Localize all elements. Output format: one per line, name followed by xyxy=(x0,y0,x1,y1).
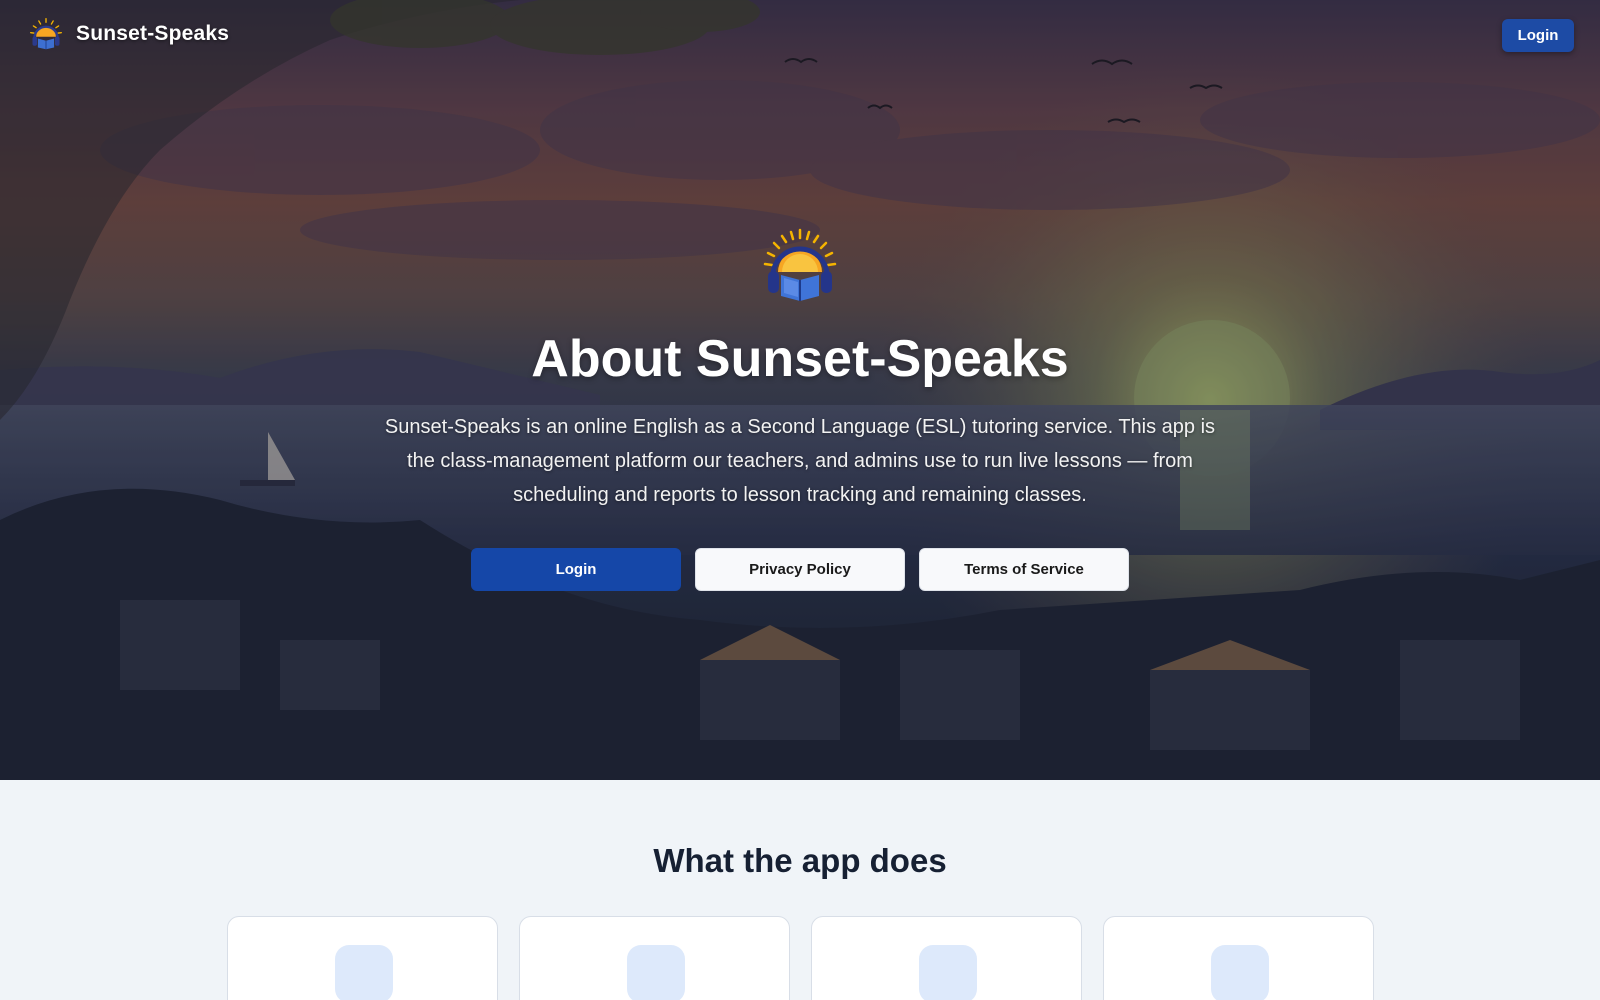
hero-button-group: Login Privacy Policy Terms of Service xyxy=(0,547,1600,591)
feature-card xyxy=(1103,916,1374,1000)
feature-card xyxy=(227,916,498,1000)
privacy-policy-button[interactable]: Privacy Policy xyxy=(695,547,905,591)
sunrise-headphones-book-icon xyxy=(763,228,837,301)
login-button[interactable]: Login xyxy=(471,547,681,591)
feature-icon xyxy=(919,945,977,1000)
top-navigation-bar: Sunset-Speaks Login xyxy=(0,0,1600,70)
sunrise-headphones-book-icon xyxy=(30,18,62,50)
hero-section: Sunset-Speaks Login About Sunset-Speaks … xyxy=(0,0,1600,780)
feature-icon xyxy=(1211,945,1269,1000)
feature-card xyxy=(811,916,1082,1000)
hero-description: Sunset-Speaks is an online English as a … xyxy=(384,415,1216,506)
page-title: About Sunset-Speaks xyxy=(531,330,1069,388)
feature-card xyxy=(519,916,790,1000)
terms-of-service-button[interactable]: Terms of Service xyxy=(919,547,1129,591)
brand-name: Sunset-Speaks xyxy=(76,22,230,45)
feature-card-list xyxy=(227,916,1374,1000)
nav-login-button[interactable]: Login xyxy=(1502,19,1574,52)
feature-icon xyxy=(335,945,393,1000)
feature-icon xyxy=(627,945,685,1000)
brand[interactable]: Sunset-Speaks xyxy=(28,16,229,52)
features-section: What the app does xyxy=(0,780,1600,1000)
features-heading: What the app does xyxy=(653,842,947,879)
hero-content: About Sunset-Speaks Sunset-Speaks is an … xyxy=(0,226,1600,591)
